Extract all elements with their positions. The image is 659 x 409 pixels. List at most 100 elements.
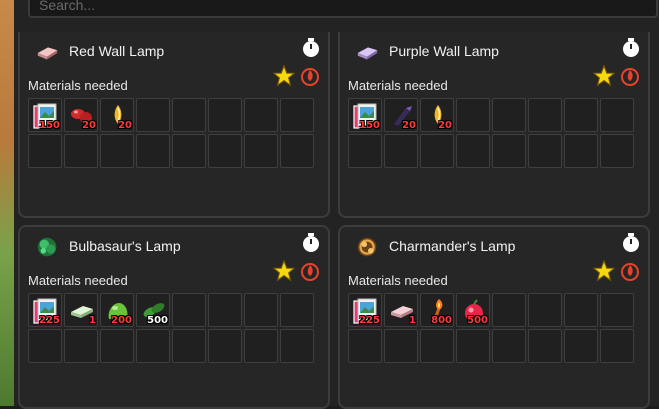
materials-needed-label: Materials needed (348, 273, 448, 288)
recipe-card[interactable]: Red Wall Lamp Materials needed 150 20 20 (18, 32, 330, 218)
material-quantity: 20 (118, 120, 132, 131)
material-slot[interactable] (64, 134, 98, 168)
material-slot[interactable] (280, 98, 314, 132)
material-slot[interactable] (208, 134, 242, 168)
material-slot[interactable] (100, 329, 134, 363)
material-slot[interactable] (348, 329, 382, 363)
material-slot[interactable] (280, 293, 314, 327)
search-input[interactable] (28, 0, 658, 18)
material-quantity: 200 (111, 315, 132, 326)
material-slot[interactable] (456, 329, 490, 363)
materials-needed-label: Materials needed (348, 78, 448, 93)
favorite-star-icon[interactable] (592, 259, 616, 282)
material-slot[interactable]: 500 (136, 293, 170, 327)
timer-icon[interactable] (302, 38, 320, 58)
material-slot[interactable] (208, 329, 242, 363)
recipe-item-icon (355, 235, 381, 261)
material-quantity: 20 (438, 120, 452, 131)
material-slot[interactable] (280, 329, 314, 363)
material-slot[interactable] (208, 98, 242, 132)
material-slot[interactable] (564, 98, 598, 132)
material-slot[interactable] (528, 98, 562, 132)
material-slot[interactable] (492, 293, 526, 327)
material-slot[interactable] (600, 98, 634, 132)
material-slot[interactable] (244, 134, 278, 168)
material-slot[interactable]: 500 (456, 293, 490, 327)
recipe-card[interactable]: Charmander's Lamp Materials needed 225 1 800… (338, 225, 650, 409)
flame-icon[interactable] (301, 66, 319, 86)
recipe-item-icon (355, 40, 381, 66)
material-slot[interactable] (564, 293, 598, 327)
timer-icon[interactable] (622, 233, 640, 253)
material-slot[interactable] (208, 293, 242, 327)
game-world-background (0, 0, 14, 406)
material-slot[interactable]: 1 (64, 293, 98, 327)
material-slot[interactable] (136, 134, 170, 168)
material-slot[interactable]: 1 (384, 293, 418, 327)
material-slot[interactable] (564, 134, 598, 168)
material-slot[interactable] (600, 134, 634, 168)
bulbasaur-lamp-icon (37, 237, 57, 257)
material-slot[interactable]: 150 (348, 98, 382, 132)
timer-icon[interactable] (622, 38, 640, 58)
material-slot[interactable] (384, 134, 418, 168)
material-slot[interactable] (456, 98, 490, 132)
material-quantity: 500 (147, 315, 168, 326)
material-slot[interactable] (600, 293, 634, 327)
recipe-item-icon (35, 235, 61, 261)
recipe-card[interactable]: Bulbasaur's Lamp Materials needed 225 1 200 5… (18, 225, 330, 409)
material-slot[interactable]: 150 (28, 98, 62, 132)
material-slot[interactable] (528, 134, 562, 168)
favorite-star-icon[interactable] (592, 64, 616, 87)
material-slot[interactable] (564, 329, 598, 363)
material-slot[interactable] (172, 329, 206, 363)
material-slot[interactable] (172, 293, 206, 327)
material-slot[interactable] (244, 98, 278, 132)
material-slot[interactable]: 225 (348, 293, 382, 327)
flame-icon[interactable] (621, 261, 639, 281)
material-slot[interactable] (528, 329, 562, 363)
material-slot[interactable] (492, 98, 526, 132)
material-slot[interactable] (420, 134, 454, 168)
flame-icon[interactable] (621, 66, 639, 86)
material-slot[interactable] (492, 134, 526, 168)
timer-icon[interactable] (302, 233, 320, 253)
material-quantity: 150 (359, 120, 380, 131)
material-slot[interactable]: 20 (384, 98, 418, 132)
red-wall-lamp-icon (37, 47, 58, 60)
material-slot[interactable] (64, 329, 98, 363)
material-slot[interactable]: 20 (100, 98, 134, 132)
material-slot[interactable] (420, 329, 454, 363)
favorite-star-icon[interactable] (272, 259, 296, 282)
materials-grid: 150 20 20 (28, 98, 314, 168)
material-slot[interactable] (100, 134, 134, 168)
material-slot[interactable] (28, 134, 62, 168)
material-slot[interactable]: 20 (420, 98, 454, 132)
material-slot[interactable] (172, 134, 206, 168)
material-slot[interactable] (348, 134, 382, 168)
material-slot[interactable]: 800 (420, 293, 454, 327)
material-slot[interactable] (280, 134, 314, 168)
flame-icon[interactable] (301, 261, 319, 281)
material-quantity: 500 (467, 315, 488, 326)
material-slot[interactable] (244, 293, 278, 327)
material-slot[interactable] (492, 329, 526, 363)
material-slot[interactable] (384, 329, 418, 363)
favorite-star-icon[interactable] (272, 64, 296, 87)
material-slot[interactable]: 20 (64, 98, 98, 132)
material-slot[interactable] (528, 293, 562, 327)
material-quantity: 225 (359, 315, 380, 326)
material-quantity: 150 (39, 120, 60, 131)
material-slot[interactable]: 200 (100, 293, 134, 327)
materials-grid: 225 1 200 500 (28, 293, 314, 363)
material-slot[interactable] (28, 329, 62, 363)
material-slot[interactable] (244, 329, 278, 363)
material-slot[interactable] (172, 98, 206, 132)
material-slot[interactable] (136, 329, 170, 363)
recipe-card[interactable]: Purple Wall Lamp Materials needed 150 20 20 (338, 32, 650, 218)
material-slot[interactable] (456, 134, 490, 168)
material-slot[interactable] (136, 98, 170, 132)
materials-grid: 225 1 800 500 (348, 293, 634, 363)
material-slot[interactable]: 225 (28, 293, 62, 327)
material-slot[interactable] (600, 329, 634, 363)
